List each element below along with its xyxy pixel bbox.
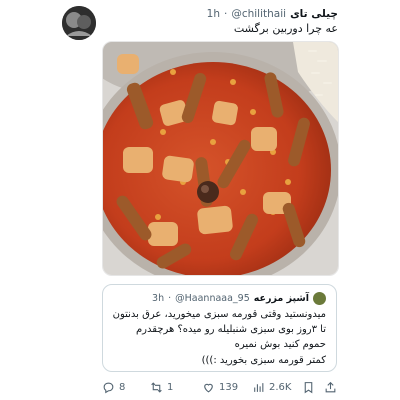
tweet-text: عه چرا دوربین برگشت	[233, 22, 338, 35]
quote-text: میدونستید وقتی قورمه سبزی میخورید، عرق ب…	[111, 307, 326, 368]
action-bar: 8 1 139 2.6K	[102, 377, 337, 397]
author-handle[interactable]: @chilithaii	[231, 8, 286, 20]
author-name[interactable]: چیلی تای	[290, 8, 338, 20]
quote-header: 3h · @Haannaaa_95 آشپز مزرعه	[152, 292, 326, 305]
quote-author-handle: @Haannaaa_95	[175, 293, 250, 304]
quoted-tweet[interactable]: 3h · @Haannaaa_95 آشپز مزرعه میدونستید و…	[102, 284, 337, 372]
author-avatar[interactable]	[62, 6, 96, 40]
like-button[interactable]: 139	[202, 381, 238, 394]
quote-author-name: آشپز مزرعه	[253, 293, 309, 304]
retweet-icon	[151, 381, 162, 393]
tweet-header: 1h · @chilithaii چیلی تای	[207, 6, 338, 22]
tweet-time[interactable]: 1h	[207, 8, 220, 20]
bookmark-icon	[304, 381, 313, 393]
reply-icon	[103, 382, 114, 393]
tweet: 1h · @chilithaii چیلی تای عه چرا دوربین …	[0, 0, 400, 400]
views-button[interactable]: 2.6K	[252, 381, 291, 394]
separator-dot: ·	[168, 293, 172, 304]
bookmark-button[interactable]	[302, 381, 315, 394]
quote-time: 3h	[152, 293, 165, 304]
quote-author-avatar	[313, 292, 326, 305]
retweet-count: 1	[167, 381, 174, 393]
views-chart-icon	[254, 382, 264, 392]
reply-button[interactable]: 8	[102, 381, 125, 394]
quote-text-line: کمتر قورمه سبزی بخورید :)))	[201, 354, 326, 366]
separator-dot: ·	[223, 8, 228, 20]
views-count: 2.6K	[269, 381, 292, 393]
share-button[interactable]	[324, 381, 337, 394]
tweet-photo[interactable]	[102, 41, 339, 276]
retweet-button[interactable]: 1	[150, 381, 173, 394]
quote-text-line: حموم کنید بوش نمیره	[234, 339, 326, 351]
share-icon	[325, 381, 336, 392]
quote-text-line: تا ۳روز بوی سبزی شنبلیله رو میده؟ هرچقدر…	[135, 324, 326, 336]
heart-icon	[204, 383, 213, 392]
quote-text-line: میدونستید وقتی قورمه سبزی میخورید، عرق ب…	[112, 309, 326, 320]
reply-count: 8	[119, 381, 126, 393]
like-count: 139	[219, 381, 239, 393]
